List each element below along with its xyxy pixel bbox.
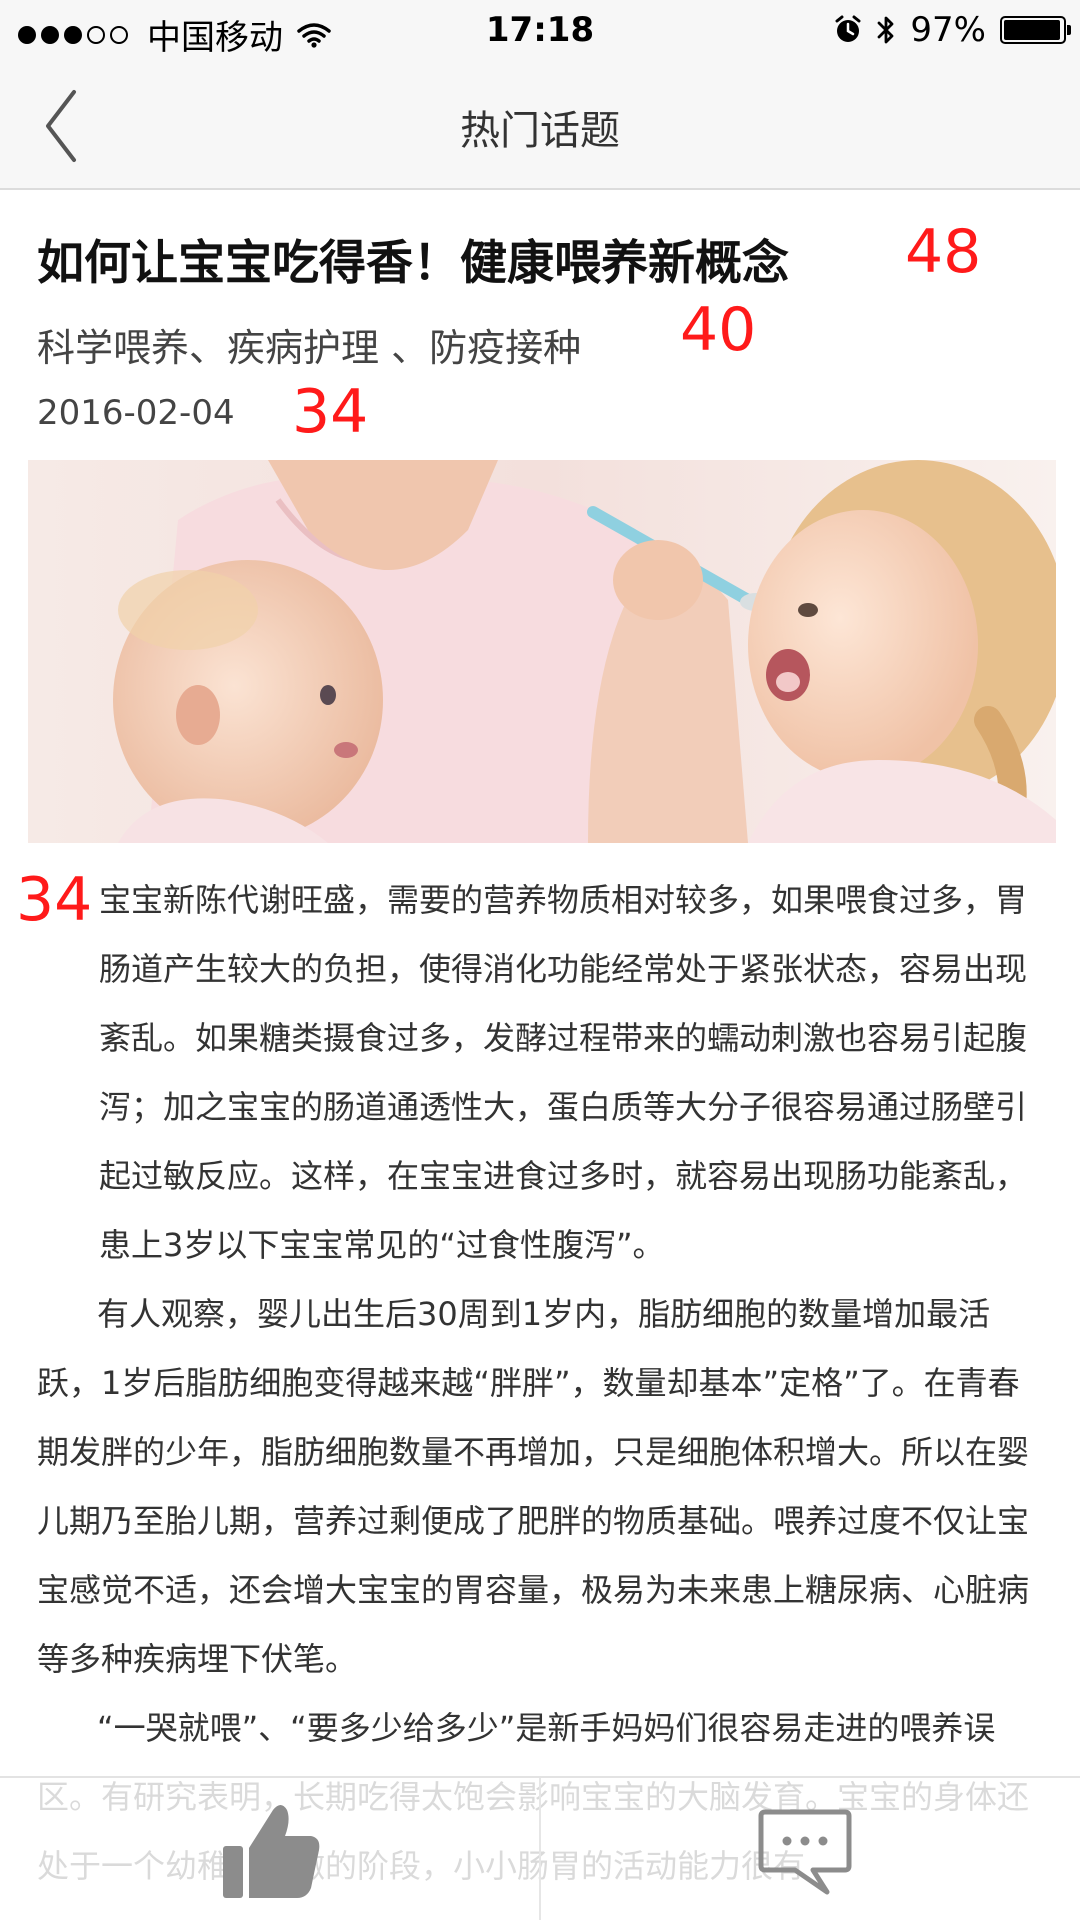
page-title: 热门话题 bbox=[460, 108, 620, 154]
article-hero-image bbox=[28, 460, 1056, 843]
navigation-bar: 热门话题 bbox=[0, 66, 1080, 190]
article-date: 2016-02-04 bbox=[37, 393, 235, 433]
font-size-annotation-title: 48 bbox=[905, 217, 982, 287]
toolbar-divider bbox=[539, 1778, 541, 1920]
article-title: 如何让宝宝吃得香！健康喂养新概念 bbox=[37, 236, 789, 291]
screen: 中国移动 17:18 97% 热门话题 如何让宝宝吃得香！健康喂养新概念 科学喂… bbox=[0, 0, 1080, 1920]
font-size-annotation-date: 34 bbox=[292, 377, 369, 447]
alarm-clock-icon bbox=[835, 15, 861, 42]
article-paragraph: 有人观察，婴儿出生后30周到1岁内，脂肪细胞的数量增加最活跃，1岁后脂肪细胞变得… bbox=[37, 1295, 1030, 1678]
comment-bubble-icon bbox=[758, 1809, 852, 1895]
font-size-annotation-subtitle: 40 bbox=[680, 295, 757, 365]
comment-button[interactable] bbox=[755, 1800, 855, 1900]
status-bar: 中国移动 17:18 97% bbox=[0, 0, 1080, 66]
article-body: 宝宝新陈代谢旺盛，需要的营养物质相对较多，如果喂食过多，胃肠道产生较大的负担，使… bbox=[37, 866, 1037, 1901]
battery-icon bbox=[1000, 16, 1071, 44]
bottom-toolbar bbox=[0, 1776, 1080, 1920]
battery-level bbox=[1004, 20, 1061, 40]
article-paragraph: 宝宝新陈代谢旺盛，需要的营养物质相对较多，如果喂食过多，胃肠道产生较大的负担，使… bbox=[99, 881, 1028, 1264]
feeding-photo-illustration bbox=[28, 460, 1056, 843]
thumbs-up-icon bbox=[223, 1805, 320, 1898]
bluetooth-icon bbox=[878, 16, 894, 44]
article-content[interactable]: 如何让宝宝吃得香！健康喂养新概念 科学喂养、疾病护理 、防疫接种 2016-02… bbox=[0, 190, 1080, 1920]
article-subtitle: 科学喂养、疾病护理 、防疫接种 bbox=[37, 326, 582, 370]
status-right: 97% bbox=[820, 10, 1071, 50]
like-button[interactable] bbox=[215, 1796, 325, 1906]
battery-percentage: 97% bbox=[910, 10, 986, 50]
